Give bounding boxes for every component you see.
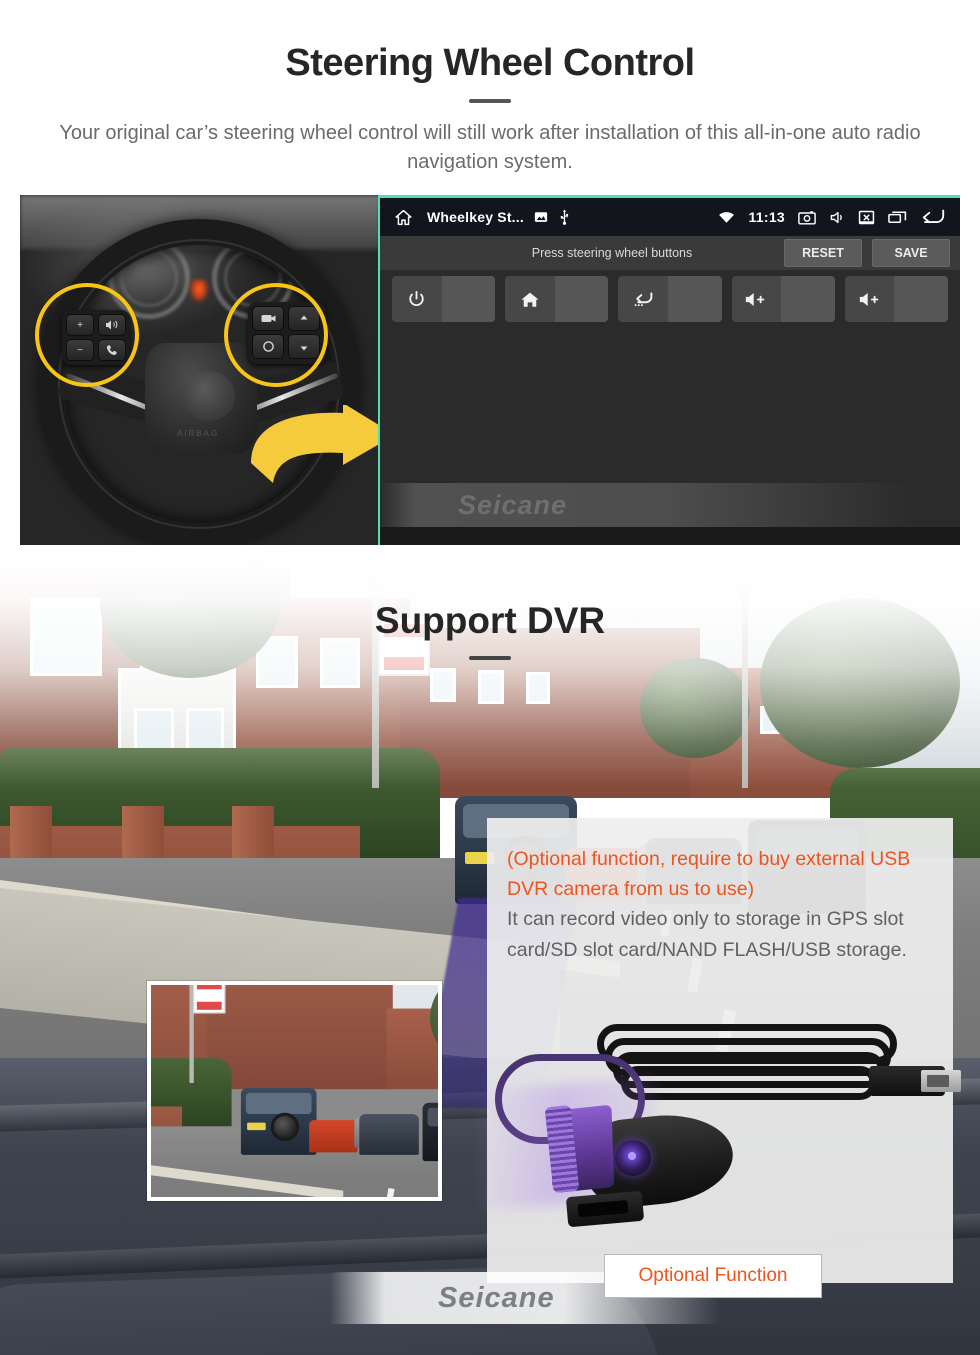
dvr-optional-note: (Optional function, require to buy exter… [507,848,911,901]
key-mapping-row [380,276,960,328]
dvr-storage-note: It can record video only to storage in G… [507,908,907,961]
screen-off-icon[interactable] [858,210,875,225]
key-tile-slot[interactable] [781,276,835,322]
highlight-circle-right [224,283,328,387]
usb-dvr-camera-image [473,988,961,1238]
highlight-circle-left [35,283,139,387]
reset-button[interactable]: RESET [784,239,862,267]
optional-function-button[interactable]: Optional Function [604,1254,822,1298]
screenshot-camera-icon[interactable] [798,210,816,225]
dvr-info-panel: (Optional function, require to buy exter… [473,818,961,1283]
wifi-icon [718,211,735,224]
status-clock: 11:13 [748,209,785,225]
app-title: Wheelkey St... [427,209,524,225]
recent-apps-icon[interactable] [888,210,907,224]
android-status-bar: Wheelkey St... 11:13 [380,198,960,236]
dvr-info-text: (Optional function, require to buy exter… [507,844,939,965]
steering-wheel-section-header: Steering Wheel Control Your original car… [0,0,980,177]
status-bar-right: 11:13 [718,207,946,227]
key-tile-back[interactable] [618,276,722,322]
key-tile-slot[interactable] [441,276,496,322]
key-tile-slot[interactable] [554,276,609,322]
camera-mount-bracket [565,1190,645,1228]
head-unit-watermark: Seicane [380,483,960,527]
page-subtitle: Your original car’s steering wheel contr… [59,122,921,173]
key-tile-slot[interactable] [667,276,722,322]
usb-connector [869,1066,961,1096]
photo-top-fade [0,558,980,788]
volume-up-icon [844,276,895,322]
home-icon[interactable] [394,208,413,227]
camera-lens-glass [615,1140,651,1176]
home-icon [505,276,555,322]
volume-up-icon [731,276,782,322]
power-icon [392,276,442,322]
image-icon [534,210,548,224]
product-detail-page: Steering Wheel Control Your original car… [0,0,980,1355]
key-tile-home[interactable] [505,276,609,322]
dvr-section-title: Support DVR [374,600,606,641]
save-button[interactable]: SAVE [872,239,950,267]
back-icon [618,276,668,322]
steering-wheel-photo: AIRBAG + − [20,195,380,545]
wheelkey-toolbar: Press steering wheel buttons RESET SAVE [380,236,960,270]
steering-wheel-image-band: AIRBAG + − Wheelkey St... 11:13 Press st… [20,195,960,545]
head-unit-bezel-bottom [380,527,960,545]
key-tile-power[interactable] [392,276,496,322]
toolbar-hint: Press steering wheel buttons [531,246,693,260]
key-tile-volume-up-2[interactable] [844,276,948,322]
volume-mute-icon[interactable] [829,210,845,225]
key-tile-slot[interactable] [894,276,948,322]
key-tile-volume-up-1[interactable] [731,276,835,322]
dvr-title-divider [469,656,511,660]
dvr-recording-inset [147,981,442,1201]
usb-icon [558,209,571,225]
title-divider [469,99,511,103]
yellow-arrow [243,405,380,485]
page-title: Steering Wheel Control [285,42,695,84]
head-unit-screen: Wheelkey St... 11:13 Press steering whee… [378,195,960,545]
back-arrow-icon[interactable] [920,207,946,227]
